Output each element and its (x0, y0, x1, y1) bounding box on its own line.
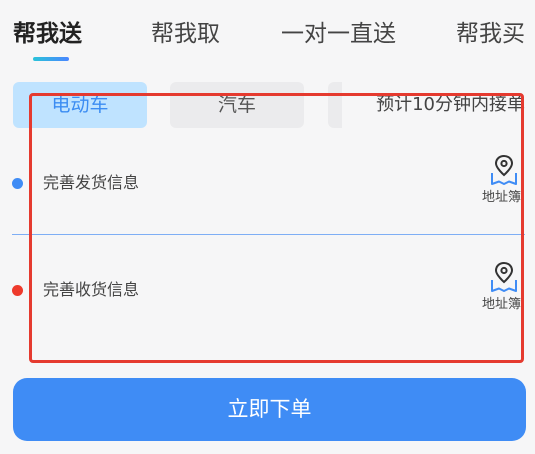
sender-info-label: 完善发货信息 (43, 173, 140, 192)
vehicle-option-partial[interactable] (328, 82, 342, 128)
active-tab-indicator (33, 57, 69, 61)
receiver-address-book-button[interactable]: 地址簿 (478, 260, 528, 320)
receiver-dot (12, 285, 23, 296)
tab-help-pickup[interactable]: 帮我取 (151, 18, 220, 50)
delivery-tab-bar: 帮我送 帮我取 一对一直送 帮我买 (0, 0, 535, 70)
sender-address-book-label: 地址簿 (482, 190, 522, 205)
vehicle-option-car[interactable]: 汽车 (170, 82, 304, 128)
tab-direct-delivery[interactable]: 一对一直送 (281, 18, 396, 50)
tab-help-send[interactable]: 帮我送 (13, 18, 82, 50)
eta-text: 预计10分钟内接单 (376, 94, 525, 115)
map-pin-icon (491, 261, 517, 292)
sender-dot (12, 178, 23, 189)
row-divider (12, 234, 525, 235)
receiver-info-row[interactable]: 完善收货信息 地址簿 (0, 260, 535, 320)
map-pin-icon (491, 154, 517, 185)
vehicle-option-ev[interactable]: 电动车 (13, 82, 147, 128)
sender-address-book-button[interactable]: 地址簿 (478, 153, 528, 213)
sender-info-row[interactable]: 完善发货信息 地址簿 (0, 153, 535, 213)
receiver-address-book-label: 地址簿 (482, 297, 522, 312)
tab-help-buy[interactable]: 帮我买 (456, 18, 525, 50)
highlight-annotation-box (29, 93, 524, 363)
receiver-info-label: 完善收货信息 (43, 280, 140, 299)
place-order-button[interactable]: 立即下单 (13, 378, 526, 441)
